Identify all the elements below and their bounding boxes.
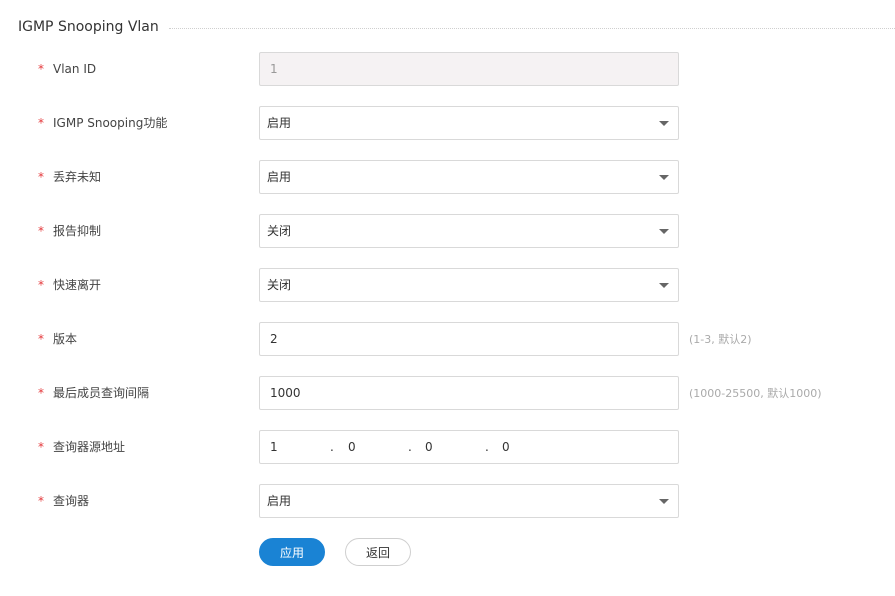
vlan-id-input: 1 [259,52,679,86]
ip-dot: . [408,440,412,454]
row-vlan-id: * Vlan ID 1 [0,52,895,86]
required-mark: * [38,278,44,292]
chevron-down-icon [659,499,669,504]
apply-button[interactable]: 应用 [259,538,325,566]
chevron-down-icon [659,175,669,180]
fast-leave-select[interactable]: 关闭 [259,268,679,302]
version-hint: (1-3, 默认2) [689,333,752,346]
ip-octet-2[interactable]: 0 [348,431,356,463]
igmp-snooping-label: * IGMP Snooping功能 [38,116,168,130]
version-value: 2 [270,332,278,346]
row-version: * 版本 2 (1-3, 默认2) [0,322,895,356]
vlan-id-label: * Vlan ID [38,62,97,76]
required-mark: * [38,440,44,454]
igmp-snooping-select[interactable]: 启用 [259,106,679,140]
querier-source-label: * 查询器源地址 [38,440,126,454]
ip-octet-4[interactable]: 0 [502,431,510,463]
required-mark: * [38,386,44,400]
required-mark: * [38,332,44,346]
querier-label: * 查询器 [38,494,90,508]
drop-unknown-select[interactable]: 启用 [259,160,679,194]
row-last-member-interval: * 最后成员查询间隔 1000 (1000-25500, 默认1000) [0,376,895,410]
drop-unknown-value: 启用 [267,170,292,184]
querier-select[interactable]: 启用 [259,484,679,518]
row-igmp-snooping: * IGMP Snooping功能 启用 [0,106,895,140]
section-header: IGMP Snooping Vlan [18,17,895,37]
chevron-down-icon [659,283,669,288]
ip-dot: . [485,440,489,454]
row-querier: * 查询器 启用 [0,484,895,518]
row-report-suppress: * 报告抑制 关闭 [0,214,895,248]
section-title: IGMP Snooping Vlan [18,19,159,35]
ip-octet-1[interactable]: 1 [270,431,278,463]
section-divider [168,27,895,29]
fast-leave-label: * 快速离开 [38,278,102,292]
querier-value: 启用 [267,494,292,508]
last-member-interval-input[interactable]: 1000 [259,376,679,410]
fast-leave-value: 关闭 [267,278,292,292]
last-member-interval-hint: (1000-25500, 默认1000) [689,387,822,400]
vlan-id-value: 1 [270,62,278,76]
required-mark: * [38,494,44,508]
required-mark: * [38,116,44,130]
chevron-down-icon [659,229,669,234]
drop-unknown-label: * 丢弃未知 [38,170,102,184]
version-label: * 版本 [38,332,78,346]
ip-octet-3[interactable]: 0 [425,431,433,463]
report-suppress-value: 关闭 [267,224,292,238]
required-mark: * [38,224,44,238]
chevron-down-icon [659,121,669,126]
querier-source-ip-input: 1 . 0 . 0 . 0 [259,430,679,464]
version-input[interactable]: 2 [259,322,679,356]
last-member-interval-label: * 最后成员查询间隔 [38,386,150,400]
row-fast-leave: * 快速离开 关闭 [0,268,895,302]
igmp-snooping-value: 启用 [267,116,292,130]
ip-dot: . [330,440,334,454]
back-button[interactable]: 返回 [345,538,411,566]
row-querier-source: * 查询器源地址 1 . 0 . 0 . 0 [0,430,895,464]
igmp-snooping-vlan-page: IGMP Snooping Vlan * Vlan ID 1 * IGMP Snoo… [0,0,895,596]
required-mark: * [38,170,44,184]
row-drop-unknown: * 丢弃未知 启用 [0,160,895,194]
report-suppress-select[interactable]: 关闭 [259,214,679,248]
required-mark: * [38,62,44,76]
last-member-interval-value: 1000 [270,386,301,400]
report-suppress-label: * 报告抑制 [38,224,102,238]
